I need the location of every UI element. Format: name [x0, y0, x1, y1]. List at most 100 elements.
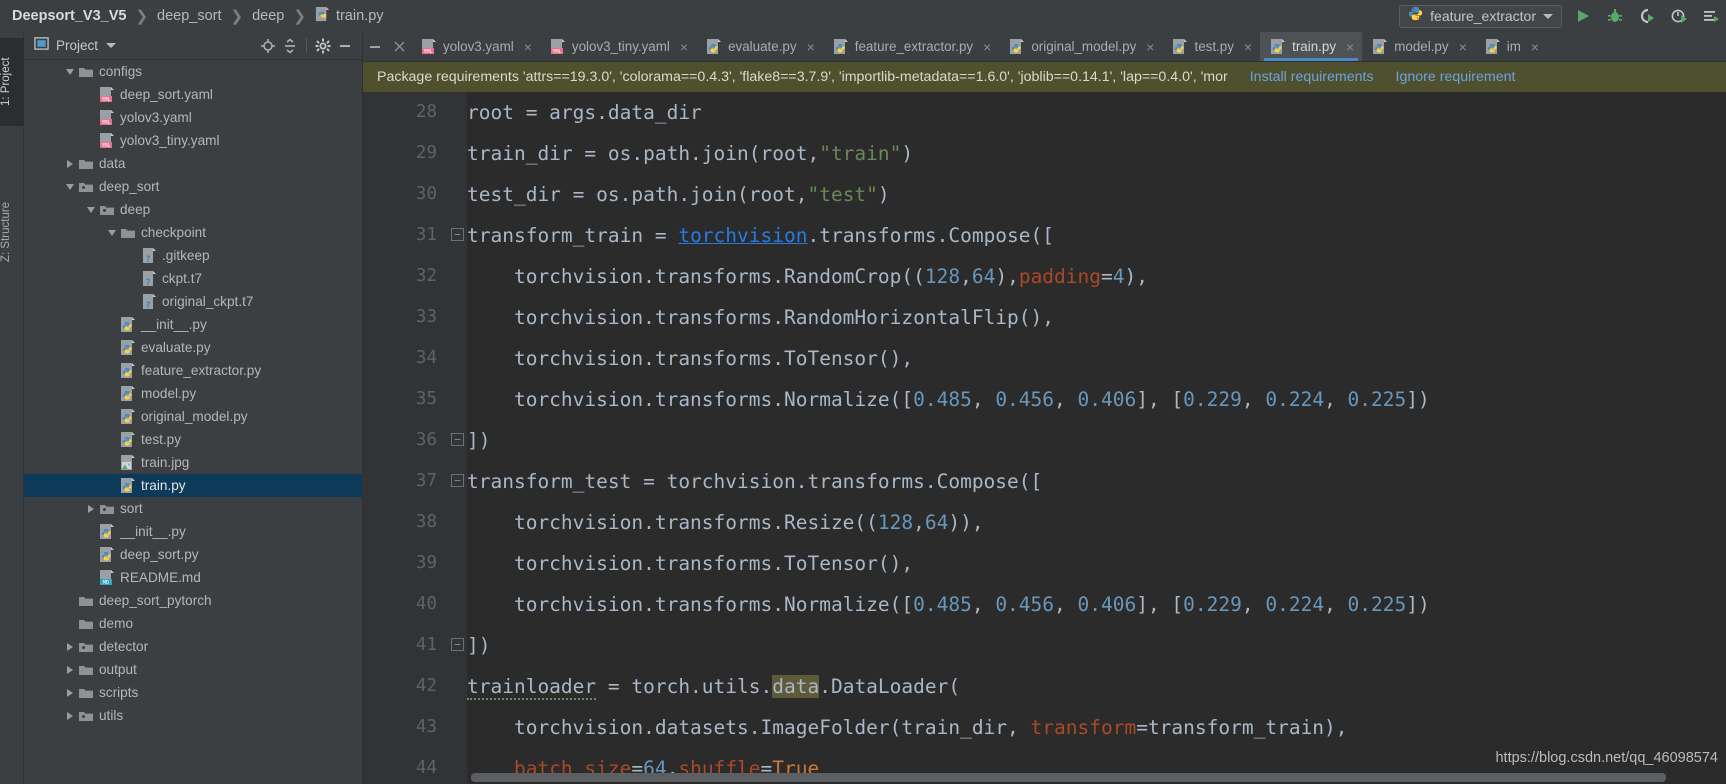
tree-item-detector[interactable]: detector: [24, 635, 362, 658]
tree-item-train-jpg[interactable]: train.jpg: [24, 451, 362, 474]
tree-item-model-py[interactable]: model.py: [24, 382, 362, 405]
tree-item-yolov3-yaml[interactable]: YML yolov3.yaml: [24, 106, 362, 129]
tree-item-yolov3-tiny-yaml[interactable]: YML yolov3_tiny.yaml: [24, 129, 362, 152]
close-tab-icon[interactable]: ×: [1459, 39, 1467, 55]
code-line-36[interactable]: 36 −]): [363, 420, 1726, 461]
tree-item--init-py[interactable]: __init__.py: [24, 313, 362, 336]
tree-item--gitkeep[interactable]: ? .gitkeep: [24, 244, 362, 267]
close-tab-icon[interactable]: ×: [524, 39, 532, 55]
tree-item-ckpt-t7[interactable]: ? ckpt.t7: [24, 267, 362, 290]
tree-twisty[interactable]: [84, 198, 98, 221]
tree-item-deep-sort-py[interactable]: deep_sort.py: [24, 543, 362, 566]
profile-icon[interactable]: [1668, 5, 1690, 27]
breadcrumb-item-2[interactable]: deep: [252, 8, 284, 24]
install-requirements-link[interactable]: Install requirements: [1250, 69, 1374, 85]
run-icon[interactable]: [1572, 5, 1594, 27]
editor-tab-yolov3-tiny-yaml[interactable]: YML yolov3_tiny.yaml ×: [540, 32, 696, 61]
fold-toggle-icon[interactable]: −: [451, 638, 464, 651]
tree-twisty[interactable]: [126, 244, 140, 267]
tree-item-feature-extractor-py[interactable]: feature_extractor.py: [24, 359, 362, 382]
editor-tab-original-model-py[interactable]: original_model.py ×: [999, 32, 1162, 61]
code-line-28[interactable]: 28 root = args.data_dir: [363, 92, 1726, 133]
tree-twisty[interactable]: [63, 589, 77, 612]
sidebar-item-structure[interactable]: Z: Structure: [0, 180, 24, 284]
tree-twisty[interactable]: [63, 681, 77, 704]
editor-tab-yolov3-yaml[interactable]: YML yolov3.yaml ×: [411, 32, 540, 61]
hide-icon[interactable]: [334, 35, 356, 57]
tree-twisty[interactable]: [63, 152, 77, 175]
tree-twisty[interactable]: [84, 129, 98, 152]
code-line-37[interactable]: 37 − transform_test = torchvision.transfor…: [363, 461, 1726, 502]
tree-twisty[interactable]: [105, 451, 119, 474]
editor-tab-feature-extractor-py[interactable]: feature_extractor.py ×: [823, 32, 1000, 61]
tree-twisty[interactable]: [63, 704, 77, 727]
tree-twisty[interactable]: [105, 336, 119, 359]
code-line-30[interactable]: 30 test_dir = os.path.join(root,"test"): [363, 174, 1726, 215]
close-all-tabs-icon[interactable]: [387, 32, 411, 61]
tree-item--init-py[interactable]: __init__.py: [24, 520, 362, 543]
editor-tab-train-py[interactable]: train.py ×: [1260, 32, 1363, 61]
close-tab-icon[interactable]: ×: [1346, 39, 1354, 55]
tree-item-train-py[interactable]: train.py: [24, 474, 362, 497]
tree-twisty[interactable]: [84, 543, 98, 566]
tree-item-configs[interactable]: configs: [24, 60, 362, 83]
tree-twisty[interactable]: [84, 520, 98, 543]
locate-icon[interactable]: [257, 35, 279, 57]
code-line-40[interactable]: 40 torchvision.transforms.Normalize([0.4…: [363, 584, 1726, 625]
tree-twisty[interactable]: [63, 175, 77, 198]
tree-twisty[interactable]: [105, 313, 119, 336]
fold-toggle-icon[interactable]: −: [451, 433, 464, 446]
more-run-icon[interactable]: [1700, 5, 1722, 27]
fold-toggle-icon[interactable]: −: [451, 474, 464, 487]
tree-item-data[interactable]: data: [24, 152, 362, 175]
tree-item-sort[interactable]: sort: [24, 497, 362, 520]
sidebar-item-project[interactable]: 1: Project: [0, 38, 24, 126]
tree-twisty[interactable]: [105, 405, 119, 428]
code-line-31[interactable]: 31 − transform_train = torchvision.transfo…: [363, 215, 1726, 256]
tree-twisty[interactable]: [126, 267, 140, 290]
breadcrumb-item-0[interactable]: Deepsort_V3_V5: [12, 8, 126, 24]
breadcrumb-item-1[interactable]: deep_sort: [157, 8, 222, 24]
tree-item-checkpoint[interactable]: checkpoint: [24, 221, 362, 244]
editor-tab-test-py[interactable]: test.py ×: [1162, 32, 1260, 61]
code-line-32[interactable]: 32 torchvision.transforms.RandomCrop((12…: [363, 256, 1726, 297]
tree-item-deep[interactable]: deep: [24, 198, 362, 221]
close-tab-icon[interactable]: ×: [983, 39, 991, 55]
tree-item-readme-md[interactable]: MD README.md: [24, 566, 362, 589]
tree-item-demo[interactable]: demo: [24, 612, 362, 635]
code-line-33[interactable]: 33 torchvision.transforms.RandomHorizont…: [363, 297, 1726, 338]
close-tab-icon[interactable]: ×: [1146, 39, 1154, 55]
code-line-38[interactable]: 38 torchvision.transforms.Resize((128,64…: [363, 502, 1726, 543]
breadcrumb-item-3[interactable]: train.py: [315, 6, 384, 26]
hide-editor-icon[interactable]: [363, 32, 387, 61]
tree-twisty[interactable]: [84, 566, 98, 589]
tree-twisty[interactable]: [105, 428, 119, 451]
tree-twisty[interactable]: [105, 359, 119, 382]
code-line-41[interactable]: 41 −]): [363, 625, 1726, 666]
editor-tab-im[interactable]: im ×: [1475, 32, 1547, 61]
tree-item-output[interactable]: output: [24, 658, 362, 681]
horizontal-scrollbar[interactable]: [471, 773, 1666, 782]
run-configuration-selector[interactable]: feature_extractor: [1399, 4, 1562, 28]
debug-icon[interactable]: [1604, 5, 1626, 27]
editor-tab-model-py[interactable]: model.py ×: [1362, 32, 1475, 61]
project-tree[interactable]: configs YML deep_sort.yaml YML yolov3.yaml YM…: [24, 60, 362, 784]
close-tab-icon[interactable]: ×: [680, 39, 688, 55]
tree-item-original-ckpt-t7[interactable]: ? original_ckpt.t7: [24, 290, 362, 313]
tree-item-deep-sort[interactable]: deep_sort: [24, 175, 362, 198]
tree-item-deep-sort-yaml[interactable]: YML deep_sort.yaml: [24, 83, 362, 106]
tree-twisty[interactable]: [126, 290, 140, 313]
tree-twisty[interactable]: [84, 106, 98, 129]
ignore-requirements-link[interactable]: Ignore requirement: [1396, 69, 1516, 85]
tree-item-scripts[interactable]: scripts: [24, 681, 362, 704]
code-line-34[interactable]: 34 torchvision.transforms.ToTensor(),: [363, 338, 1726, 379]
tree-twisty[interactable]: [84, 497, 98, 520]
tree-item-original-model-py[interactable]: original_model.py: [24, 405, 362, 428]
tree-twisty[interactable]: [84, 83, 98, 106]
code-line-35[interactable]: 35 torchvision.transforms.Normalize([0.4…: [363, 379, 1726, 420]
code-editor[interactable]: 28 root = args.data_dir 29 train_dir = os.p…: [363, 92, 1726, 784]
fold-toggle-icon[interactable]: −: [451, 228, 464, 241]
close-tab-icon[interactable]: ×: [807, 39, 815, 55]
code-line-43[interactable]: 43 torchvision.datasets.ImageFolder(trai…: [363, 707, 1726, 748]
run-with-coverage-icon[interactable]: [1636, 5, 1658, 27]
